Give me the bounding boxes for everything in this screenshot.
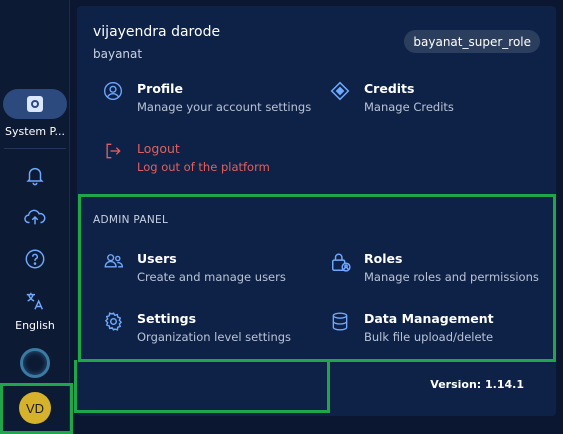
profile-title: Profile [137,81,183,96]
settings-desc: Organization level settings [137,330,292,344]
user-avatar-button[interactable]: VD [0,392,70,424]
user-org: bayanat [93,47,143,61]
users-desc: Create and manage users [137,270,286,284]
lock-user-icon [330,251,352,273]
language-label: English [15,319,55,332]
logout-icon [103,141,125,163]
user-name: vijayendra darode [93,24,221,40]
user-circle-icon [103,81,125,103]
gear-icon [103,311,125,333]
system-gear-icon [27,96,43,112]
credits-title: Credits [364,81,415,96]
roles-desc: Manage roles and permissions [364,270,539,284]
profile-desc: Manage your account settings [137,100,312,114]
system-panel-nav[interactable]: System P... [0,89,70,138]
data-management-title: Data Management [364,311,494,326]
loading-ring-icon [20,348,50,378]
menu-item-settings[interactable]: Settings Organization level settings [103,311,291,344]
language-nav[interactable]: English [0,290,70,332]
database-icon [330,311,352,333]
avatar: VD [19,392,51,424]
status-ring [0,348,70,378]
logout-desc: Log out of the platform [137,160,270,174]
users-icon [103,251,125,273]
account-menu-panel: vijayendra darode bayanat bayanat_super_… [77,6,556,416]
translate-icon [26,292,44,310]
diamond-icon [330,81,352,103]
settings-title: Settings [137,311,197,326]
version-label: Version: 1.14.1 [430,378,524,391]
role-badge: bayanat_super_role [404,30,540,53]
menu-item-credits[interactable]: Credits Manage Credits [330,81,454,114]
menu-item-users[interactable]: Users Create and manage users [103,251,286,284]
menu-item-data-management[interactable]: Data Management Bulk file upload/delete [330,311,494,344]
rail-divider [4,148,66,149]
cloud-upload-icon[interactable] [0,206,70,228]
credits-desc: Manage Credits [364,100,454,114]
help-icon[interactable] [0,248,70,270]
logout-title: Logout [137,141,180,156]
system-panel-label: System P... [5,125,65,138]
left-rail: System P... English VD [0,0,70,434]
menu-item-roles[interactable]: Roles Manage roles and permissions [330,251,539,284]
system-panel-pill[interactable] [3,89,67,119]
bell-icon[interactable] [0,164,70,186]
admin-panel-label: ADMIN PANEL [93,214,169,226]
users-title: Users [137,251,177,266]
roles-title: Roles [364,251,403,266]
menu-item-logout[interactable]: Logout Log out of the platform [103,141,270,174]
data-management-desc: Bulk file upload/delete [364,330,494,344]
menu-item-profile[interactable]: Profile Manage your account settings [103,81,311,114]
